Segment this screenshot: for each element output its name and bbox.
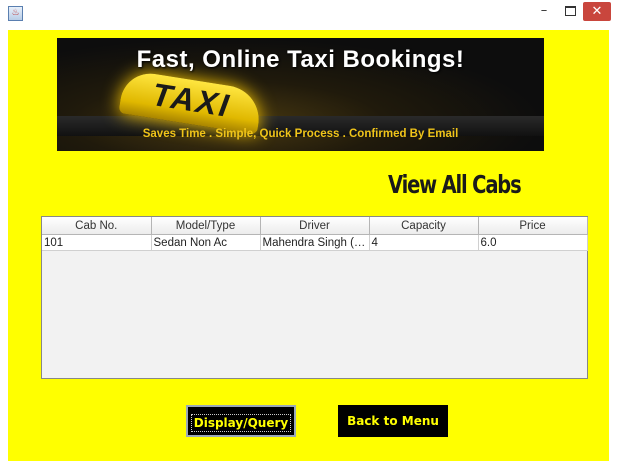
table-cell[interactable]: 6.0: [478, 234, 588, 251]
close-button[interactable]: ✕: [583, 2, 611, 21]
back-to-menu-button[interactable]: Back to Menu: [338, 405, 448, 437]
column-header-driver[interactable]: Driver: [260, 217, 370, 235]
table-cell[interactable]: Mahendra Singh (A...: [260, 234, 370, 251]
maximize-icon: [564, 5, 576, 16]
minimize-button[interactable]: –: [531, 0, 557, 21]
page-title: View All Cabs: [388, 170, 522, 199]
table-header-row: Cab No. Model/Type Driver Capacity Price: [42, 217, 588, 235]
column-header-cab-no[interactable]: Cab No.: [42, 217, 152, 235]
table-cell[interactable]: Sedan Non Ac: [151, 234, 261, 251]
table-row[interactable]: 101 Sedan Non Ac Mahendra Singh (A... 4 …: [42, 234, 588, 251]
cabs-table[interactable]: Cab No. Model/Type Driver Capacity Price…: [41, 216, 588, 379]
column-header-model-type[interactable]: Model/Type: [151, 217, 261, 235]
column-header-price[interactable]: Price: [478, 217, 588, 235]
column-header-capacity[interactable]: Capacity: [369, 217, 479, 235]
maximize-button[interactable]: [557, 0, 583, 21]
display-query-button[interactable]: Display/Query: [186, 405, 296, 437]
table-cell[interactable]: 4: [369, 234, 479, 251]
banner-title: Fast, Online Taxi Bookings!: [136, 46, 465, 73]
title-bar: ♨ – ✕: [0, 0, 617, 28]
display-query-label: Display/Query: [190, 414, 292, 432]
table-cell[interactable]: 101: [42, 234, 152, 251]
taxi-banner-image: TAXI Fast, Online Taxi Bookings! Saves T…: [57, 38, 544, 151]
java-app-icon: ♨: [8, 6, 23, 21]
banner-subtitle: Saves Time . Simple, Quick Process . Con…: [142, 128, 459, 140]
content-panel: TAXI Fast, Online Taxi Bookings! Saves T…: [8, 30, 609, 461]
